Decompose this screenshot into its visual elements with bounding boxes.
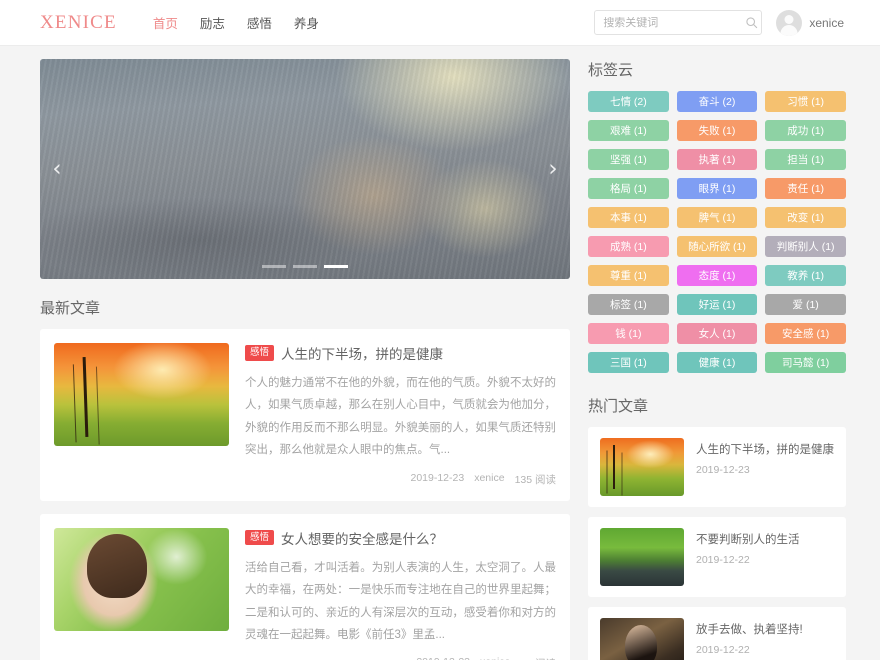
tag-item[interactable]: 艰难 (1) [588, 120, 669, 141]
nav-item-0[interactable]: 首页 [153, 13, 178, 32]
article-date: 2019-12-23 [416, 656, 470, 660]
hot-article-date: 2019-12-22 [696, 644, 803, 656]
tag-item[interactable]: 本事 (1) [588, 207, 669, 228]
article-views: 31 阅读 [520, 656, 556, 660]
tag-item[interactable]: 态度 (1) [677, 265, 758, 286]
hot-article-title[interactable]: 放手去做、执着坚持! [696, 621, 803, 637]
tag-item[interactable]: 安全感 (1) [765, 323, 846, 344]
tag-item[interactable]: 钱 (1) [588, 323, 669, 344]
hot-article-body: 放手去做、执着坚持! 2019-12-22 [696, 618, 803, 660]
tag-item[interactable]: 奋斗 (2) [677, 91, 758, 112]
tag-item[interactable]: 司马懿 (1) [765, 352, 846, 373]
tag-item[interactable]: 眼界 (1) [677, 178, 758, 199]
article-title[interactable]: 人生的下半场，拼的是健康 [281, 343, 443, 363]
tag-item[interactable]: 三国 (1) [588, 352, 669, 373]
carousel-dot-1[interactable] [262, 265, 286, 268]
carousel-dot-3[interactable] [324, 265, 348, 268]
article-header: 感悟 女人想要的安全感是什么？ [245, 528, 556, 548]
tag-item[interactable]: 爱 (1) [765, 294, 846, 315]
article-author: xenice [480, 656, 510, 660]
tag-item[interactable]: 坚强 (1) [588, 149, 669, 170]
hot-article-item[interactable]: 不要判断别人的生活 2019-12-22 [588, 517, 846, 597]
tag-item[interactable]: 随心所欲 (1) [677, 236, 758, 257]
site-header: XENICE 首页 励志 感悟 养身 xenice [0, 0, 880, 46]
article-body: 感悟 女人想要的安全感是什么？ 活给自己看，才叫活着。为别人表演的人生，太空洞了… [245, 528, 556, 660]
tag-item[interactable]: 判断别人 (1) [765, 236, 846, 257]
tag-item[interactable]: 七情 (2) [588, 91, 669, 112]
category-badge[interactable]: 感悟 [245, 345, 274, 360]
hot-article-date: 2019-12-23 [696, 464, 834, 476]
carousel-dot-2[interactable] [293, 265, 317, 268]
article-meta: 2019-12-23 xenice 135 阅读 [245, 462, 556, 487]
chevron-right-icon[interactable]: › [542, 152, 564, 186]
article-meta: 2019-12-23 xenice 31 阅读 [245, 646, 556, 660]
tag-item[interactable]: 女人 (1) [677, 323, 758, 344]
article-date: 2019-12-23 [410, 472, 464, 487]
hot-article-item[interactable]: 放手去做、执着坚持! 2019-12-22 [588, 607, 846, 660]
chevron-left-icon[interactable]: ‹ [46, 152, 68, 186]
article-body: 感悟 人生的下半场，拼的是健康 个人的魅力通常不在他的外貌，而在他的气质。外貌不… [245, 343, 556, 487]
hot-article-title[interactable]: 不要判断别人的生活 [696, 531, 800, 547]
carousel-indicators[interactable] [262, 265, 348, 268]
article-author: xenice [474, 472, 504, 487]
tag-item[interactable]: 尊重 (1) [588, 265, 669, 286]
article-excerpt: 活给自己看，才叫活着。为别人表演的人生，太空洞了。人最大的幸福，在两处：一是快乐… [245, 557, 556, 647]
tag-cloud: 七情 (2) 奋斗 (2) 习惯 (1) 艰难 (1) 失败 (1) 成功 (1) 坚强 (… [588, 91, 846, 373]
tag-item[interactable]: 教养 (1) [765, 265, 846, 286]
nav-item-2[interactable]: 感悟 [247, 13, 272, 32]
tag-item[interactable]: 成功 (1) [765, 120, 846, 141]
article-card[interactable]: 感悟 女人想要的安全感是什么？ 活给自己看，才叫活着。为别人表演的人生，太空洞了… [40, 514, 570, 660]
tag-item[interactable]: 健康 (1) [677, 352, 758, 373]
user-name: xenice [809, 16, 844, 30]
article-thumbnail[interactable] [54, 343, 229, 446]
hot-article-thumbnail[interactable] [600, 618, 684, 660]
tag-item[interactable]: 责任 (1) [765, 178, 846, 199]
sidebar: 标签云 七情 (2) 奋斗 (2) 习惯 (1) 艰难 (1) 失败 (1) 成功 (1)… [588, 59, 846, 660]
category-badge[interactable]: 感悟 [245, 530, 274, 545]
tag-item[interactable]: 格局 (1) [588, 178, 669, 199]
tag-item[interactable]: 成熟 (1) [588, 236, 669, 257]
article-card[interactable]: 感悟 人生的下半场，拼的是健康 个人的魅力通常不在他的外貌，而在他的气质。外貌不… [40, 329, 570, 501]
tag-item[interactable]: 执著 (1) [677, 149, 758, 170]
hero-carousel[interactable]: ‹ › [40, 59, 570, 279]
article-header: 感悟 人生的下半场，拼的是健康 [245, 343, 556, 363]
header-right-group: xenice [594, 10, 844, 36]
search-input[interactable] [603, 17, 745, 29]
hot-articles-title: 热门文章 [588, 395, 846, 416]
tag-item[interactable]: 脾气 (1) [677, 207, 758, 228]
hot-article-body: 不要判断别人的生活 2019-12-22 [696, 528, 800, 586]
hot-article-thumbnail[interactable] [600, 528, 684, 586]
user-menu[interactable]: xenice [776, 10, 844, 36]
article-thumbnail[interactable] [54, 528, 229, 631]
tagcloud-title: 标签云 [588, 59, 846, 80]
nav-item-1[interactable]: 励志 [200, 13, 225, 32]
user-avatar-icon[interactable] [776, 10, 802, 36]
tag-item[interactable]: 好运 (1) [677, 294, 758, 315]
hot-articles-list: 人生的下半场，拼的是健康 2019-12-23 不要判断别人的生活 2019-1… [588, 427, 846, 660]
latest-articles-title: 最新文章 [40, 297, 570, 318]
tag-item[interactable]: 担当 (1) [765, 149, 846, 170]
hot-article-date: 2019-12-22 [696, 554, 800, 566]
tag-item[interactable]: 标签 (1) [588, 294, 669, 315]
hot-article-title[interactable]: 人生的下半场，拼的是健康 [696, 441, 834, 457]
tag-item[interactable]: 改变 (1) [765, 207, 846, 228]
hot-article-item[interactable]: 人生的下半场，拼的是健康 2019-12-23 [588, 427, 846, 507]
tag-item[interactable]: 习惯 (1) [765, 91, 846, 112]
tag-item[interactable]: 失败 (1) [677, 120, 758, 141]
article-title[interactable]: 女人想要的安全感是什么？ [281, 528, 443, 548]
article-excerpt: 个人的魅力通常不在他的外貌，而在他的气质。外貌不太好的人，如果气质卓越，那么在别… [245, 372, 556, 462]
page-body: ‹ › 最新文章 感悟 人生的下半场，拼的是健康 个人的魅力通常不在他的外貌，而… [0, 46, 880, 660]
main-column: ‹ › 最新文章 感悟 人生的下半场，拼的是健康 个人的魅力通常不在他的外貌，而… [40, 59, 570, 660]
search-box[interactable] [594, 10, 762, 35]
main-navigation: 首页 励志 感悟 养身 [153, 13, 319, 32]
article-views: 135 阅读 [515, 472, 556, 487]
site-logo[interactable]: XENICE [40, 12, 117, 34]
hot-article-thumbnail[interactable] [600, 438, 684, 496]
hot-article-body: 人生的下半场，拼的是健康 2019-12-23 [696, 438, 834, 496]
latest-articles-list: 感悟 人生的下半场，拼的是健康 个人的魅力通常不在他的外貌，而在他的气质。外貌不… [40, 329, 570, 660]
nav-item-3[interactable]: 养身 [294, 13, 319, 32]
search-icon[interactable] [745, 16, 758, 29]
